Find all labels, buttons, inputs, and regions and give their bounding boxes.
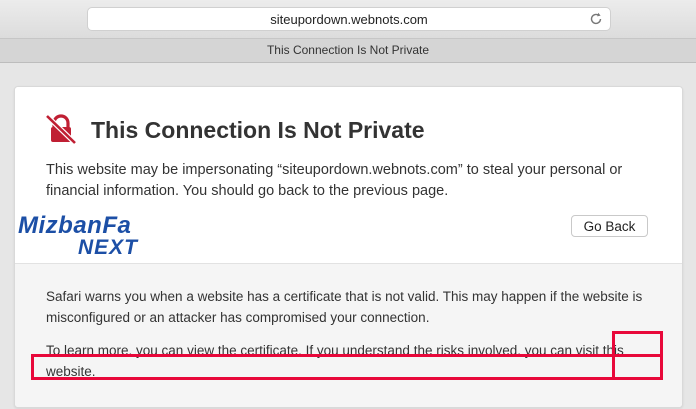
highlight-box-lower bbox=[31, 354, 663, 380]
watermark-logo: MizbanFa NEXT bbox=[18, 212, 148, 262]
watermark-line2: NEXT bbox=[78, 236, 139, 259]
certificate-explanation-text: Safari warns you when a website has a ce… bbox=[46, 289, 643, 325]
tab-bar: This Connection Is Not Private bbox=[0, 39, 696, 63]
warning-details-section: Safari warns you when a website has a ce… bbox=[15, 263, 682, 407]
reload-icon[interactable] bbox=[588, 11, 604, 27]
broken-lock-icon bbox=[45, 114, 77, 144]
browser-toolbar: siteupordown.webnots.com bbox=[0, 0, 696, 39]
tab-title[interactable]: This Connection Is Not Private bbox=[0, 43, 696, 57]
warning-intro-text: This website may be impersonating “siteu… bbox=[46, 162, 623, 199]
highlight-box-upper bbox=[612, 331, 663, 380]
address-text[interactable]: siteupordown.webnots.com bbox=[88, 12, 610, 27]
warning-title: This Connection Is Not Private bbox=[91, 117, 425, 143]
address-bar[interactable]: siteupordown.webnots.com bbox=[87, 7, 611, 31]
go-back-button[interactable]: Go Back bbox=[571, 215, 648, 237]
